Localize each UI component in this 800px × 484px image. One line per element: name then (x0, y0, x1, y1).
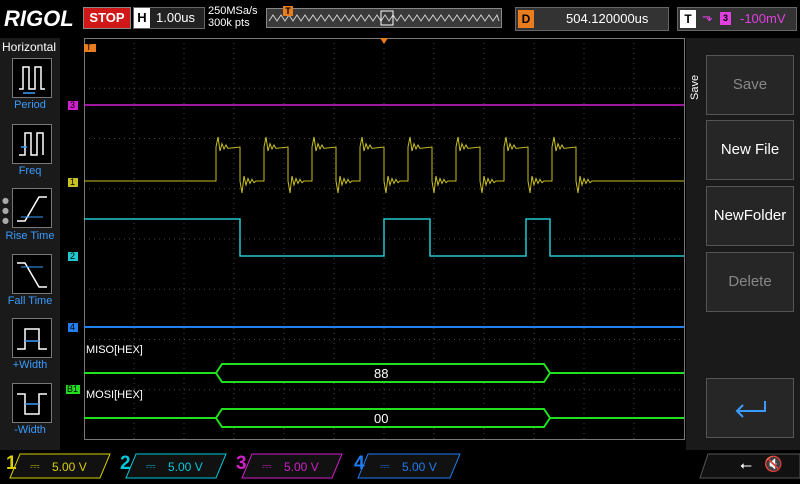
return-button[interactable] (706, 378, 794, 438)
ch1-coupling-icon: ⎓ (30, 459, 40, 473)
ch2-scale[interactable]: 5.00 V (168, 460, 203, 484)
ch4-scale[interactable]: 5.00 V (402, 460, 437, 484)
bus-marker-label: B1 (67, 384, 79, 394)
ch3-scale[interactable]: 5.00 V (284, 460, 319, 484)
mosi-value: 00 (374, 411, 389, 426)
trigger-time-marker (380, 38, 388, 44)
ch2-number[interactable]: 2 (120, 453, 131, 475)
new-file-button[interactable]: New File (706, 120, 794, 180)
ch1-number[interactable]: 1 (6, 453, 17, 475)
ch4-number[interactable]: 4 (354, 453, 365, 475)
miso-label: MISO[HEX] (86, 344, 143, 356)
speaker-muted-icon[interactable]: 🔇 (764, 455, 783, 473)
ch3-marker-label: 3 (70, 100, 76, 110)
miso-value: 88 (374, 366, 389, 381)
ch2-trace (84, 218, 684, 257)
ch2-marker-label: 2 (70, 251, 76, 261)
new-folder-button[interactable]: NewFolder (706, 186, 794, 246)
waveform-display[interactable] (0, 0, 800, 480)
return-arrow-icon (735, 401, 766, 418)
ch1-scale[interactable]: 5.00 V (52, 460, 87, 484)
ch1-marker-label: 1 (70, 177, 76, 187)
trigger-marker-label: T (86, 42, 92, 52)
save-button[interactable]: Save (706, 55, 794, 115)
delete-button[interactable]: Delete (706, 252, 794, 312)
mosi-label: MOSI[HEX] (86, 389, 143, 401)
ch2-coupling-icon: ⎓ (146, 459, 156, 473)
usb-icon: ⭠ (740, 456, 753, 474)
ch1-trace (84, 136, 684, 194)
ch3-coupling-icon: ⎓ (262, 459, 272, 473)
ch4-marker-label: 4 (70, 322, 76, 332)
ch4-coupling-icon: ⎓ (380, 459, 390, 473)
save-menu-tab: Save (689, 74, 701, 100)
ch3-number[interactable]: 3 (236, 453, 247, 475)
